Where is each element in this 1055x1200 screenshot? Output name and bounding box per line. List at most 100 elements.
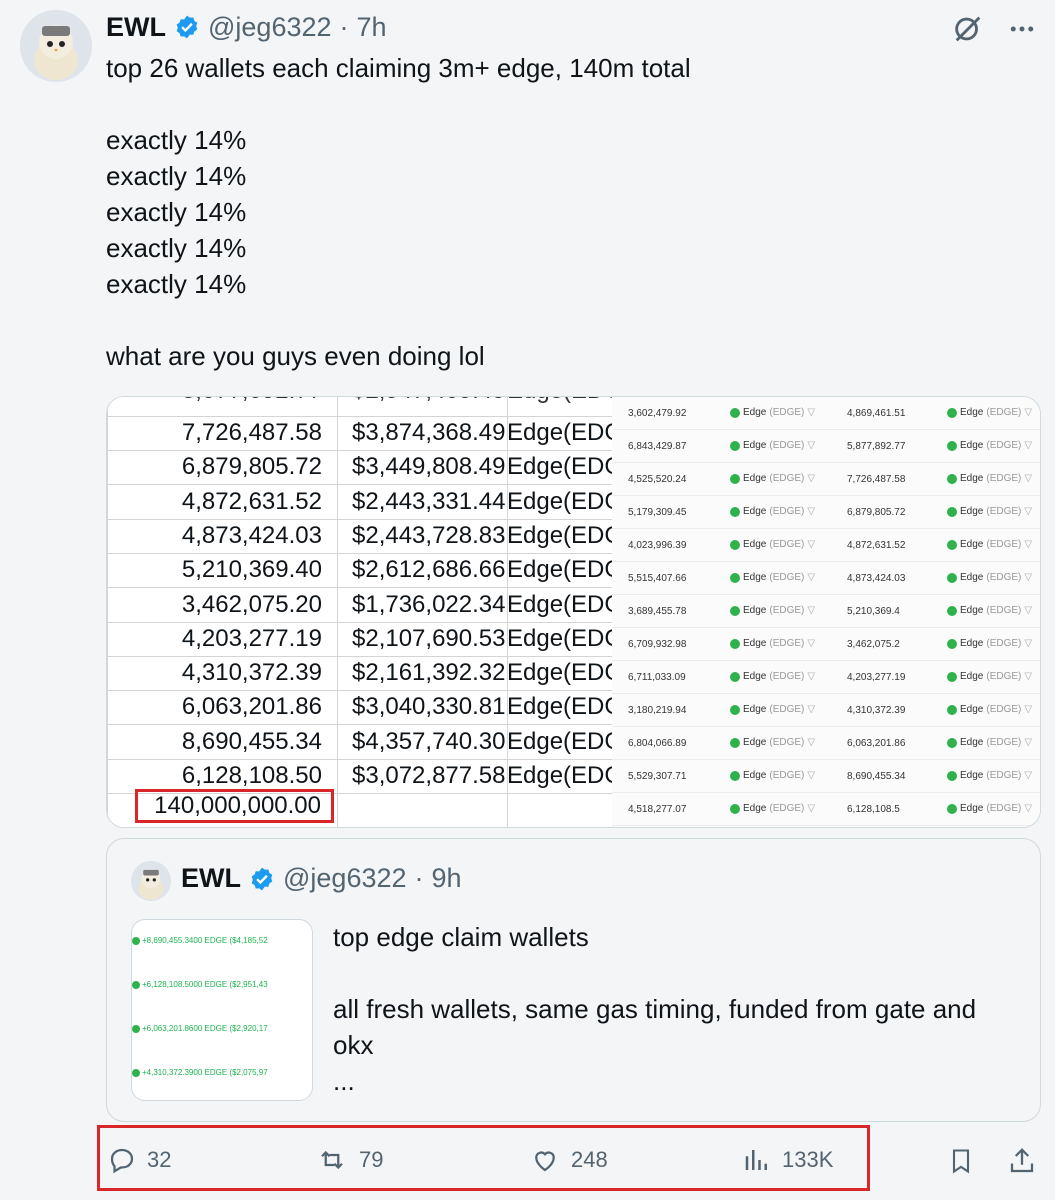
ledger-token-right: Edge (EDGE) ▽ (947, 473, 1032, 484)
token-logo-icon (730, 803, 740, 814)
ledger-token-left: Edge (EDGE) ▽ (730, 407, 815, 418)
quoted-author-name: EWL (181, 863, 241, 893)
sheet-token: Edge(EDG (507, 521, 624, 549)
sheet-row: 4,873,424.03 $2,443,728.83 Edge(EDG (107, 520, 623, 554)
quoted-tweet-text: top edge claim wallets all fresh wallets… (333, 922, 977, 1096)
repost-button[interactable]: 79 (315, 1145, 383, 1175)
token-logo-icon (947, 638, 957, 649)
author-name[interactable]: EWL (106, 12, 166, 43)
sheet-token: Edge(EDG (507, 556, 624, 584)
ledger-token-left: Edge (EDGE) ▽ (730, 539, 815, 550)
token-logo-icon (947, 770, 957, 781)
views-button[interactable]: 133K (742, 1145, 833, 1175)
quoted-author-handle: @jeg6322 (283, 863, 407, 893)
reply-count: 32 (147, 1147, 172, 1172)
ledger-token-left: Edge (EDGE) ▽ (730, 473, 815, 484)
ledger-token-left: Edge (EDGE) ▽ (730, 704, 815, 715)
grok-icon[interactable] (951, 12, 985, 46)
ledger-amount-left: 5,529,307.71 (628, 771, 687, 782)
sheet-usd: $4,357,740.30 (352, 727, 506, 755)
ledger-token-right: Edge (EDGE) ▽ (947, 638, 1032, 649)
spreadsheet-image: 5,077,092.77$2,947,409.49Edge(EDG 7,726,… (107, 397, 623, 827)
token-logo-icon (730, 539, 740, 550)
sheet-amount: 4,873,424.03 (181, 521, 322, 549)
bookmark-icon[interactable] (947, 1145, 975, 1177)
ledger-amount-right: 8,690,455.34 (847, 771, 906, 782)
token-logo-icon (730, 473, 740, 484)
ledger-amount-right: 5,877,892.77 (847, 441, 906, 452)
tweet-media[interactable]: 5,077,092.77$2,947,409.49Edge(EDG 7,726,… (106, 396, 1041, 828)
token-logo-icon (947, 737, 957, 748)
sheet-amount: 4,872,631.52 (181, 487, 322, 515)
sheet-row: 6,879,805.72 $3,449,808.49 Edge(EDG (107, 451, 623, 486)
ledger-row: 6,843,429.87 Edge (EDGE) ▽ 5,877,892.77 Edg… (612, 430, 1040, 463)
reply-button[interactable]: 32 (107, 1145, 171, 1175)
ledger-token-right: Edge (EDGE) ▽ (947, 770, 1032, 781)
quoted-post-time: 9h (431, 863, 462, 893)
ledger-amount-right: 4,873,424.03 (847, 573, 906, 584)
ledger-token-left: Edge (EDGE) ▽ (730, 770, 815, 781)
ledger-amount-left: 6,711,033.09 (628, 672, 686, 683)
ledger-amount-right: 6,063,201.86 (847, 738, 906, 749)
sheet-token: Edge(EDG (507, 590, 624, 618)
like-count: 248 (571, 1147, 608, 1172)
token-logo-icon (730, 737, 740, 748)
post-time[interactable]: 7h (357, 12, 387, 43)
token-logo-icon (730, 770, 740, 781)
ledger-row: 4,525,520.24 Edge (EDGE) ▽ 7,726,487.58 Edg… (612, 463, 1040, 496)
ledger-amount-left: 4,023,996.39 (628, 540, 687, 551)
ledger-token-right: Edge (EDGE) ▽ (947, 440, 1032, 451)
ledger-row: 4,518,277.07 Edge (EDGE) ▽ 6,128,108.5 Edge… (612, 793, 1040, 826)
token-logo-icon (947, 605, 957, 616)
sheet-row: 3,462,075.20 $1,736,022.34 Edge(EDG (107, 589, 623, 623)
ledger-row: 5,529,307.71 Edge (EDGE) ▽ 8,690,455.34 Edg… (612, 760, 1040, 793)
ledger-token-left: Edge (EDGE) ▽ (730, 737, 815, 748)
more-options-icon[interactable] (1007, 14, 1037, 44)
ledger-amount-left: 3,602,479.92 (628, 408, 687, 419)
ledger-token-left: Edge (EDGE) ▽ (730, 572, 815, 583)
thumb-line: +6,128,108.5000 EDGE ($2,951,43 (132, 980, 268, 989)
sheet-usd: $2,161,392.32 (352, 659, 506, 687)
verified-badge-icon (174, 14, 200, 40)
sheet-usd: $2,443,728.83 (352, 521, 506, 549)
ledger-amount-left: 4,525,520.24 (628, 474, 687, 485)
token-logo-icon (730, 605, 740, 616)
like-button[interactable]: 248 (529, 1145, 608, 1175)
ledger-row: 3,602,479.92 Edge (EDGE) ▽ 4,869,461.51 Edg… (612, 397, 1040, 430)
ledger-amount-right: 4,203,277.19 (847, 672, 906, 683)
sheet-token: Edge(EDG (507, 762, 624, 789)
analytics-icon (745, 1150, 767, 1170)
sheet-row: 7,726,487.58 $3,874,368.49 Edge(EDG (107, 417, 623, 451)
quoted-media-thumbnail[interactable]: +8,690,455.3400 EDGE ($4,185,52 +6,128,10… (131, 919, 313, 1101)
sheet-token: Edge(EDG (507, 453, 624, 481)
share-icon[interactable] (1007, 1145, 1037, 1177)
ledger-token-left: Edge (EDGE) ▽ (730, 638, 815, 649)
ledger-amount-right: 4,872,631.52 (847, 540, 906, 551)
token-logo-icon (947, 803, 957, 814)
ledger-token-right: Edge (EDGE) ▽ (947, 737, 1032, 748)
token-logo-icon (947, 473, 957, 484)
ledger-token-right: Edge (EDGE) ▽ (947, 704, 1032, 715)
token-logo-icon (730, 440, 740, 451)
author-handle[interactable]: @jeg6322 (208, 12, 332, 43)
thumb-line: +4,310,372.3900 EDGE ($2,075,97 (132, 1068, 268, 1077)
ledger-amount-right: 6,879,805.72 (847, 507, 906, 518)
sheet-amount: 4,310,372.39 (181, 659, 322, 687)
sheet-amount: 6,063,201.86 (181, 693, 322, 721)
ledger-amount-left: 3,180,219.94 (628, 705, 687, 716)
ledger-amount-left: 6,804,066.89 (628, 738, 687, 749)
token-logo-icon (947, 407, 957, 418)
sheet-row: 5,210,369.40 $2,612,686.66 Edge(EDG (107, 554, 623, 589)
tweet-header: EWL @jeg6322 · 7h (106, 10, 387, 44)
author-avatar[interactable] (20, 10, 92, 82)
token-logo-icon (947, 704, 957, 715)
separator-dot: · (414, 863, 424, 893)
sheet-amount: 8,690,455.34 (181, 727, 322, 755)
ledger-token-left: Edge (EDGE) ▽ (730, 671, 815, 682)
quoted-tweet[interactable]: EWL @jeg6322 · 9h +8,690,455.3400 EDGE (… (106, 838, 1041, 1122)
sheet-token: Edge(EDG (507, 727, 624, 755)
view-count: 133K (782, 1147, 834, 1172)
token-logo-icon (947, 506, 957, 517)
ledger-row: 5,179,309.45 Edge (EDGE) ▽ 6,879,805.72 Edg… (612, 496, 1040, 529)
quoted-author-avatar (131, 861, 171, 901)
